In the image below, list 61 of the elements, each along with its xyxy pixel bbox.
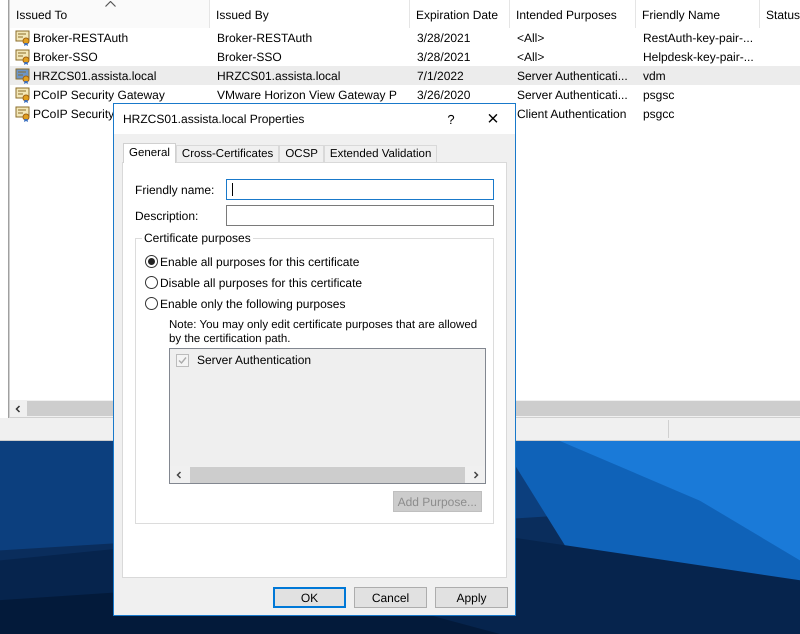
tab[interactable]: OCSP (279, 145, 324, 162)
table-cell: PCoIP Security Gateway (33, 88, 165, 102)
note-text: Note: You may only edit certificate purposes that are allowed by the certification path. (169, 318, 478, 346)
tab[interactable]: Cross-Certificates (176, 145, 280, 162)
radio-button[interactable] (145, 276, 158, 289)
certificate-icon (15, 86, 31, 102)
table-cell: VMware Horizon View Gateway P (217, 88, 397, 102)
table-cell: 3/28/2021 (417, 50, 470, 64)
dialog-button[interactable]: OK (273, 587, 346, 608)
tab[interactable]: Extended Validation (324, 145, 438, 162)
radio-label[interactable]: Disable all purposes for this certificate (160, 276, 362, 290)
table-cell: Server Authenticati... (517, 88, 628, 102)
certificate-icon (15, 30, 31, 46)
table-cell: Server Authenticati... (517, 68, 628, 82)
purpose-label: Server Authentication (197, 353, 312, 367)
table-cell: HRZCS01.assista.local (217, 68, 340, 82)
table-cell: Broker-SSO (217, 50, 282, 64)
certificate-icon (15, 106, 31, 122)
field-label: Description: (135, 208, 200, 222)
column-header[interactable]: Intended Purposes (510, 0, 636, 28)
certificate-icon (15, 48, 31, 64)
dialog-button[interactable]: Cancel (354, 587, 427, 608)
table-cell: Broker-RESTAuth (33, 30, 128, 44)
table-cell: 3/26/2020 (417, 88, 470, 102)
table-cell: psgcc (643, 106, 674, 120)
dialog-title: HRZCS01.assista.local Properties (123, 112, 306, 126)
scrollbar-thumb[interactable] (190, 466, 465, 482)
text-field[interactable] (226, 205, 494, 226)
help-button[interactable]: ? (431, 112, 471, 126)
table-cell: PCoIP Security (33, 106, 114, 120)
tab[interactable]: General (123, 143, 176, 163)
scroll-left-icon[interactable] (175, 470, 183, 478)
radio-label[interactable]: Enable all purposes for this certificate (160, 254, 360, 268)
column-header[interactable]: Friendly Name (636, 0, 760, 28)
radio-button[interactable] (145, 297, 158, 310)
table-cell: psgsc (643, 88, 674, 102)
table-cell: 3/28/2021 (417, 30, 470, 44)
table-cell: Helpdesk-key-pair-... (643, 50, 754, 64)
table-cell: <All> (517, 30, 544, 44)
radio-label[interactable]: Enable only the following purposes (160, 296, 346, 310)
table-cell: <All> (517, 50, 544, 64)
radio-button[interactable] (145, 255, 158, 268)
scroll-left-icon[interactable] (14, 404, 22, 412)
column-header[interactable]: Issued By (210, 0, 410, 28)
dialog-button[interactable]: Apply (435, 587, 508, 608)
table-cell: vdm (643, 68, 666, 82)
close-button[interactable]: × (471, 108, 515, 130)
text-field[interactable] (226, 179, 494, 200)
group-title: Certificate purposes (142, 231, 253, 245)
column-header[interactable]: Status (760, 0, 800, 28)
column-header[interactable]: Issued To (10, 0, 210, 28)
table-cell: 7/1/2022 (417, 68, 464, 82)
table-cell: HRZCS01.assista.local (33, 68, 156, 82)
field-label: Friendly name: (135, 182, 216, 196)
scroll-right-icon[interactable] (472, 470, 480, 478)
table-cell: RestAuth-key-pair-... (643, 30, 754, 44)
certificate-icon (15, 68, 31, 84)
table-cell: Client Authentication (517, 106, 626, 120)
table-cell: Broker-RESTAuth (217, 30, 312, 44)
column-header[interactable]: Expiration Date (410, 0, 510, 28)
table-cell: Broker-SSO (33, 50, 98, 64)
